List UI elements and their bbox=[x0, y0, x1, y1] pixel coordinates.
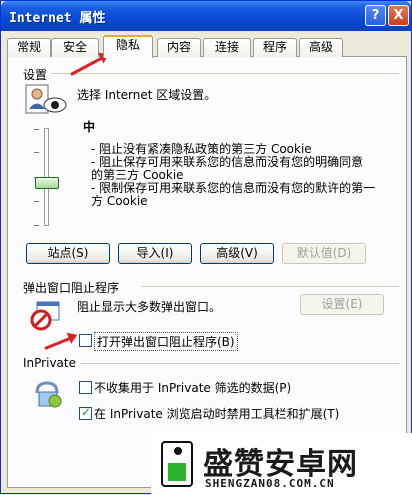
slider-tick bbox=[34, 129, 39, 130]
privacy-level-name: 中 bbox=[83, 120, 96, 134]
slider-tick bbox=[34, 225, 39, 226]
enable-popup-blocker-label[interactable]: 打开弹出窗口阻止程序(B) bbox=[94, 332, 238, 351]
settings-group-divider bbox=[51, 73, 399, 74]
tab-privacy[interactable]: 隐私 bbox=[103, 35, 153, 58]
tab-content[interactable]: 内容 bbox=[157, 38, 201, 57]
disable-toolbars-checkbox[interactable] bbox=[79, 405, 92, 420]
popup-blocked-icon bbox=[29, 298, 63, 332]
privacy-settings-icon bbox=[23, 83, 69, 117]
import-button[interactable]: 导入(I) bbox=[118, 243, 192, 264]
inprivate-group-divider bbox=[81, 363, 399, 364]
inprivate-lock-icon bbox=[33, 379, 63, 409]
enable-popup-blocker-checkbox[interactable] bbox=[79, 334, 92, 347]
popup-group-label: 弹出窗口阻止程序 bbox=[23, 279, 124, 296]
popup-description: 阻止显示大多数弹出窗口。 bbox=[77, 300, 222, 314]
policy-bullet-3-cont: 方 Cookie bbox=[91, 194, 148, 208]
tab-general[interactable]: 常规 bbox=[7, 38, 51, 57]
help-button[interactable]: ? bbox=[365, 5, 386, 26]
window-title: Internet 属性 bbox=[9, 11, 106, 26]
tab-security[interactable]: 安全 bbox=[51, 38, 99, 57]
tab-advanced[interactable]: 高级 bbox=[299, 38, 343, 57]
privacy-level-slider-thumb[interactable] bbox=[35, 177, 59, 189]
sites-button[interactable]: 站点(S) bbox=[26, 243, 110, 264]
popup-settings-button[interactable]: 设置(E) bbox=[300, 294, 384, 315]
tab-connections[interactable]: 连接 bbox=[203, 38, 251, 57]
settings-group-label: 设置 bbox=[23, 66, 52, 83]
slider-tick bbox=[34, 201, 39, 202]
default-button[interactable]: 默认值(D) bbox=[282, 243, 366, 264]
no-collect-data-label[interactable]: 不收集用于 InPrivate 筛选的数据(P) bbox=[94, 379, 291, 396]
inprivate-group-label: InPrivate bbox=[23, 356, 80, 370]
slider-tick bbox=[34, 152, 39, 153]
tab-programs[interactable]: 程序 bbox=[253, 38, 297, 57]
title-bar[interactable]: Internet 属性 ? X bbox=[1, 1, 411, 31]
disable-toolbars-label[interactable]: 在 InPrivate 浏览启动时禁用工具栏和扩展(T) bbox=[94, 405, 339, 422]
privacy-tab-panel bbox=[7, 56, 407, 488]
watermark: 盛赞安卓网 SHENGZAN08.COM.CN bbox=[151, 433, 412, 495]
popup-group-divider bbox=[141, 286, 399, 287]
phone-logo-icon bbox=[161, 441, 193, 487]
internet-properties-window: Internet 属性 ? X 常规 安全 隐私 内容 连接 程序 高级 设置 … bbox=[0, 0, 412, 495]
advanced-button[interactable]: 高级(V) bbox=[200, 243, 274, 264]
zone-instruction: 选择 Internet 区域设置。 bbox=[77, 88, 217, 102]
watermark-url: SHENGZAN08.COM.CN bbox=[205, 477, 335, 490]
close-button[interactable]: X bbox=[388, 5, 409, 26]
no-collect-data-checkbox[interactable] bbox=[79, 381, 92, 394]
